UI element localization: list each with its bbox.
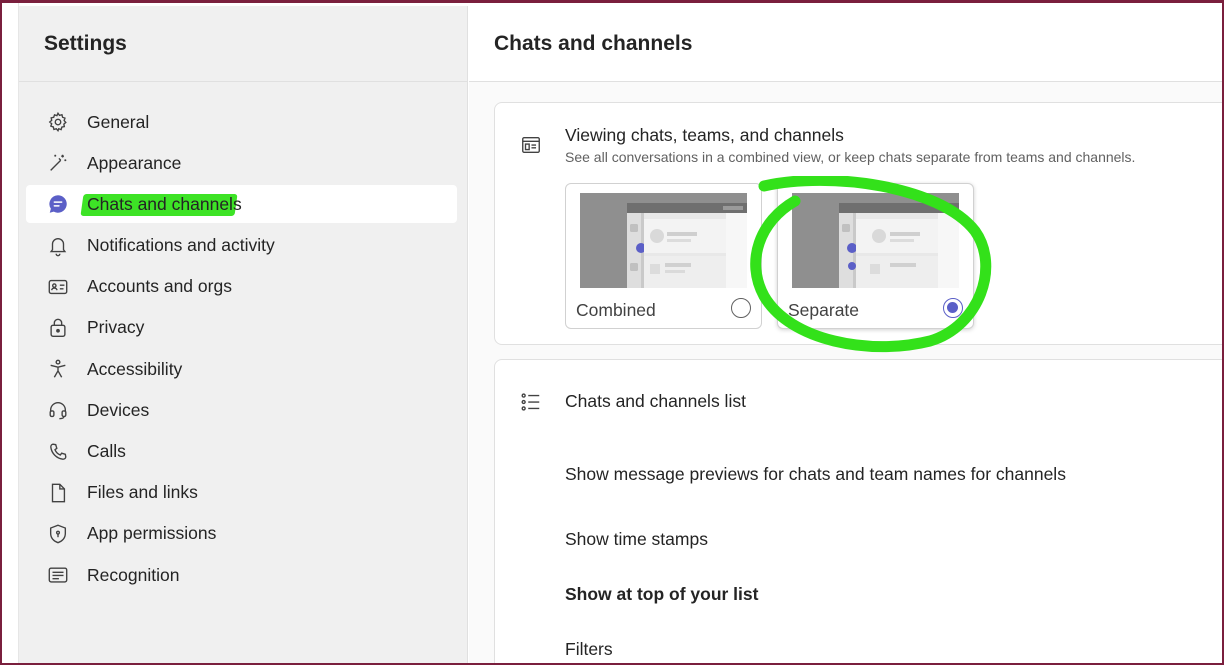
sidebar-item-label: Accounts and orgs: [87, 276, 232, 297]
sidebar-item-label: Accessibility: [87, 358, 183, 379]
sidebar-item-appearance[interactable]: Appearance: [26, 144, 457, 182]
combined-label: Combined: [576, 300, 656, 320]
sidebar-item-label: Files and links: [87, 482, 198, 503]
sidebar-header: Settings: [19, 6, 467, 82]
sidebar-item-recognition[interactable]: Recognition: [26, 556, 457, 594]
phone-icon: [46, 440, 70, 464]
sidebar-item-chats-and-channels[interactable]: Chats and channels: [26, 185, 457, 224]
filters-setting[interactable]: Filters: [565, 639, 613, 660]
sidebar-item-calls[interactable]: Calls: [26, 433, 457, 471]
window-edge: [0, 0, 19, 665]
show-timestamps-setting[interactable]: Show time stamps: [565, 529, 708, 550]
settings-sidebar: Settings General Appearance Chats and ch…: [19, 6, 468, 665]
settings-content[interactable]: Viewing chats, teams, and channels See a…: [469, 82, 1224, 665]
viewing-title: Viewing chats, teams, and channels: [565, 125, 844, 145]
settings-nav: General Appearance Chats and channels No…: [19, 82, 467, 594]
chat-icon: [46, 192, 70, 216]
bell-icon: [46, 234, 70, 258]
separate-radio[interactable]: [943, 298, 963, 318]
list-title: Chats and channels list: [565, 391, 746, 411]
settings-main: Chats and channels Viewing chats, teams,…: [469, 6, 1224, 665]
sidebar-item-label: Appearance: [87, 152, 182, 173]
sidebar-item-privacy[interactable]: Privacy: [26, 309, 457, 347]
sidebar-item-label: Calls: [87, 441, 126, 461]
bulleted-list-icon: [520, 391, 542, 413]
combined-radio[interactable]: [731, 298, 751, 318]
viewing-card: Viewing chats, teams, and channels See a…: [494, 102, 1224, 345]
sidebar-item-label: General: [87, 111, 150, 132]
sidebar-item-label: Devices: [87, 399, 150, 420]
sidebar-item-devices[interactable]: Devices: [26, 391, 457, 429]
main-header: Chats and channels: [469, 6, 1224, 82]
sidebar-item-label: App permissions: [87, 523, 217, 544]
lock-icon: [46, 316, 70, 340]
sidebar-item-label: Privacy: [87, 317, 145, 338]
separate-option[interactable]: Separate: [777, 183, 974, 329]
sidebar-item-accessibility[interactable]: Accessibility: [26, 350, 457, 388]
headset-icon: [46, 398, 70, 422]
sidebar-title: Settings: [44, 31, 127, 55]
gear-icon: [46, 110, 70, 134]
document-icon: [46, 481, 70, 505]
separate-thumbnail: [792, 193, 959, 288]
viewing-subtitle: See all conversations in a combined view…: [565, 149, 1136, 165]
accessibility-icon: [46, 357, 70, 381]
sidebar-item-label: Recognition: [87, 564, 180, 585]
show-previews-setting[interactable]: Show message previews for chats and team…: [565, 464, 1066, 485]
magic-wand-icon: [46, 151, 70, 175]
separate-label: Separate: [788, 300, 860, 320]
sidebar-item-label: Chats and channels: [87, 193, 242, 214]
show-at-top-heading: Show at top of your list: [565, 584, 759, 604]
sidebar-item-label: Notifications and activity: [87, 235, 275, 256]
sidebar-item-files[interactable]: Files and links: [26, 474, 457, 512]
combined-thumbnail: [580, 193, 747, 288]
list-card: Chats and channels list Show message pre…: [494, 359, 1224, 665]
sidebar-item-accounts[interactable]: Accounts and orgs: [26, 268, 457, 306]
shield-icon: [46, 522, 70, 546]
sidebar-item-app-permissions[interactable]: App permissions: [26, 515, 457, 553]
sidebar-item-general[interactable]: General: [26, 103, 457, 141]
sidebar-item-notifications[interactable]: Notifications and activity: [26, 227, 457, 265]
layout-icon: [520, 134, 542, 156]
page-title: Chats and channels: [494, 31, 693, 55]
contact-card-icon: [46, 275, 70, 299]
combined-option[interactable]: Combined: [565, 183, 762, 329]
recognition-icon: [46, 563, 70, 587]
